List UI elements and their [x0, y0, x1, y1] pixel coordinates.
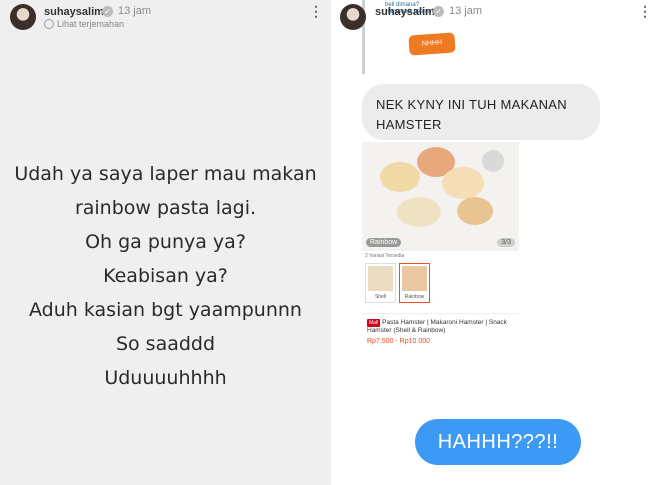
post-time: 13 jam — [118, 5, 152, 17]
story-line: Keabisan ya? — [103, 265, 228, 287]
card-divider — [362, 313, 519, 314]
story-line: So saaddd — [115, 333, 216, 355]
variation-thumb-rainbow[interactable]: Rainbow — [399, 263, 430, 303]
image-badge: Rainbow — [366, 238, 402, 247]
story-line: Udah ya saya laper mau makan — [14, 163, 317, 185]
image-counter: 3/3 — [497, 238, 515, 247]
brand-logo — [482, 150, 504, 172]
story-text: Udah ya saya laper mau makan rainbow pas… — [0, 157, 331, 395]
story-line: Aduh kasian bgt yaampunnn — [29, 299, 302, 321]
more-vertical-icon[interactable]: ⋮ — [638, 4, 650, 18]
username[interactable]: suhaysalim — [44, 6, 104, 18]
variation-label: Shell — [374, 294, 387, 300]
right-story-panel: beli dimana? Hagemaik beli ya? ... NHHH … — [333, 0, 650, 485]
pasta-shape — [442, 167, 484, 199]
username[interactable]: suhaysalim — [375, 6, 435, 18]
story-header: suhaysalim ✓ 13 jam ⋮ Lihat terjemahan — [0, 0, 331, 34]
product-title-text: Pasta Hamster | Makaroni Hamster | Snack… — [367, 319, 507, 334]
pasta-shape — [457, 197, 493, 225]
variation-thumb-shell[interactable]: Shell — [365, 263, 396, 303]
pasta-shape — [380, 162, 420, 192]
story-line: Oh ga punya ya? — [85, 231, 246, 253]
avatar[interactable] — [340, 4, 366, 30]
mall-tag: Mall — [367, 319, 381, 327]
message-bubble-blue: HAHHH???!! — [415, 419, 581, 465]
verified-badge-icon: ✓ — [102, 6, 113, 17]
product-image: Rainbow 3/3 — [362, 142, 519, 251]
message-text: HAHHH???!! — [437, 431, 559, 453]
story-header: suhaysalim ✓ 13 jam ⋮ — [333, 0, 650, 34]
avatar[interactable] — [10, 4, 36, 30]
product-title[interactable]: Mall Pasta Hamster | Makaroni Hamster | S… — [367, 319, 517, 335]
more-vertical-icon[interactable]: ⋮ — [309, 4, 323, 18]
message-bubble-grey: NEK KYNY INI TUH MAKANAN HAMSTER — [362, 84, 600, 140]
sticker: NHHH — [408, 32, 456, 56]
story-line: rainbow pasta lagi. — [74, 197, 257, 219]
variations-title: 2 Variasi Tersedia — [365, 253, 405, 259]
left-story-panel: suhaysalim ✓ 13 jam ⋮ Lihat terjemahan U… — [0, 0, 331, 485]
pasta-shape — [397, 197, 441, 227]
message-text: NEK KYNY INI TUH MAKANAN HAMSTER — [376, 97, 567, 132]
story-line: Uduuuuhhhh — [104, 367, 227, 389]
translate-label: Lihat terjemahan — [57, 19, 125, 29]
post-time: 13 jam — [449, 5, 483, 17]
variation-image — [402, 266, 427, 291]
product-price: Rp7.500 - Rp10.000 — [367, 338, 431, 345]
verified-badge-icon: ✓ — [433, 6, 444, 17]
globe-icon — [44, 19, 54, 29]
variation-label: Rainbow — [404, 294, 425, 300]
variation-image — [368, 266, 393, 291]
translate-link[interactable]: Lihat terjemahan — [44, 19, 124, 29]
